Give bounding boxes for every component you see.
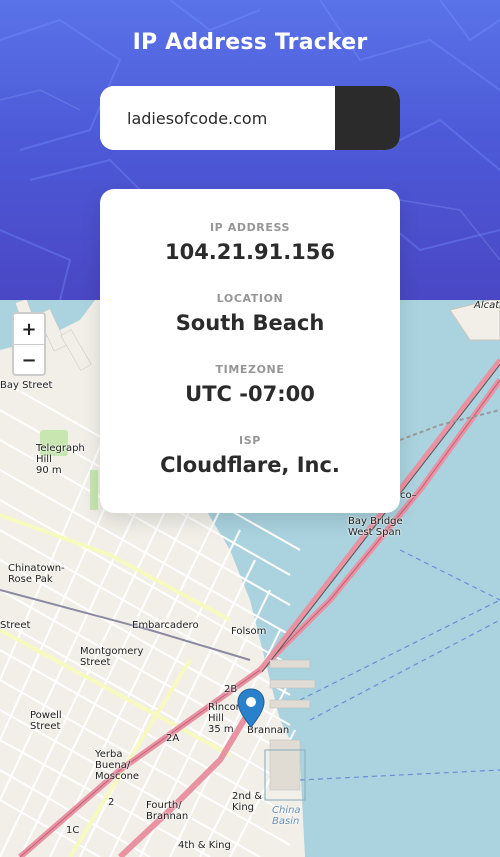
location-label: LOCATION — [216, 292, 284, 305]
zoom-in-button[interactable]: + — [14, 314, 44, 345]
map-label-oakland-fragment: co– — [400, 490, 417, 501]
isp-section: ISP Cloudflare, Inc. — [100, 434, 400, 477]
ip-value: 104.21.91.156 — [164, 240, 336, 264]
map-label-4th-king: 4th & King — [178, 840, 231, 851]
map-label-street: Street — [0, 620, 31, 631]
search-input[interactable] — [100, 86, 335, 150]
location-marker-icon[interactable] — [237, 688, 265, 728]
map-label-montgomery: Montgomery Street — [80, 646, 144, 668]
map-label-telegraph-hill: Telegraph Hill 90 m — [36, 443, 85, 476]
map-label-alcatraz: Alcatra — [474, 300, 500, 311]
map-label-fourth-brannan: Fourth/ Brannan — [146, 800, 189, 822]
location-section: LOCATION South Beach — [100, 292, 400, 335]
map-label-2nd-king: 2nd & King — [232, 791, 263, 813]
map-label-china-basin: China Basin — [272, 805, 301, 827]
map-label-chinatown: Chinatown- Rose Pak — [8, 563, 65, 585]
isp-value: Cloudflare, Inc. — [160, 453, 340, 477]
location-value: South Beach — [175, 311, 325, 335]
zoom-out-button[interactable]: − — [14, 345, 44, 374]
map-label-bay-street: Bay Street — [0, 380, 53, 391]
ip-label: IP ADDRESS — [209, 221, 291, 234]
map-label-folsom: Folsom — [231, 626, 267, 637]
timezone-value: UTC -07:00 — [185, 382, 315, 406]
isp-label: ISP — [239, 434, 261, 447]
map-label-yerba-buena: Yerba Buena/ Moscone — [95, 749, 140, 782]
map-label-powell: Powell Street — [30, 710, 62, 732]
search-bar — [100, 86, 400, 150]
map-label-route-1c: 1C — [66, 825, 80, 836]
zoom-control: + − — [12, 312, 46, 376]
map-label-bay-bridge: Bay Bridge West Span — [348, 516, 403, 538]
map-label-embarcadero: Embarcadero — [132, 620, 199, 631]
ip-section: IP ADDRESS 104.21.91.156 — [100, 221, 400, 264]
timezone-section: TIMEZONE UTC -07:00 — [100, 363, 400, 406]
map-label-route-2: 2 — [108, 797, 115, 808]
search-submit-button[interactable] — [101, 86, 400, 150]
map-label-route-2a: 2A — [166, 733, 180, 744]
chevron-right-icon — [101, 86, 112, 100]
map-label-route-2b: 2B — [224, 684, 238, 695]
info-card: IP ADDRESS 104.21.91.156 LOCATION South … — [100, 189, 400, 513]
page-title: IP Address Tracker — [132, 30, 368, 55]
timezone-label: TIMEZONE — [215, 363, 285, 376]
